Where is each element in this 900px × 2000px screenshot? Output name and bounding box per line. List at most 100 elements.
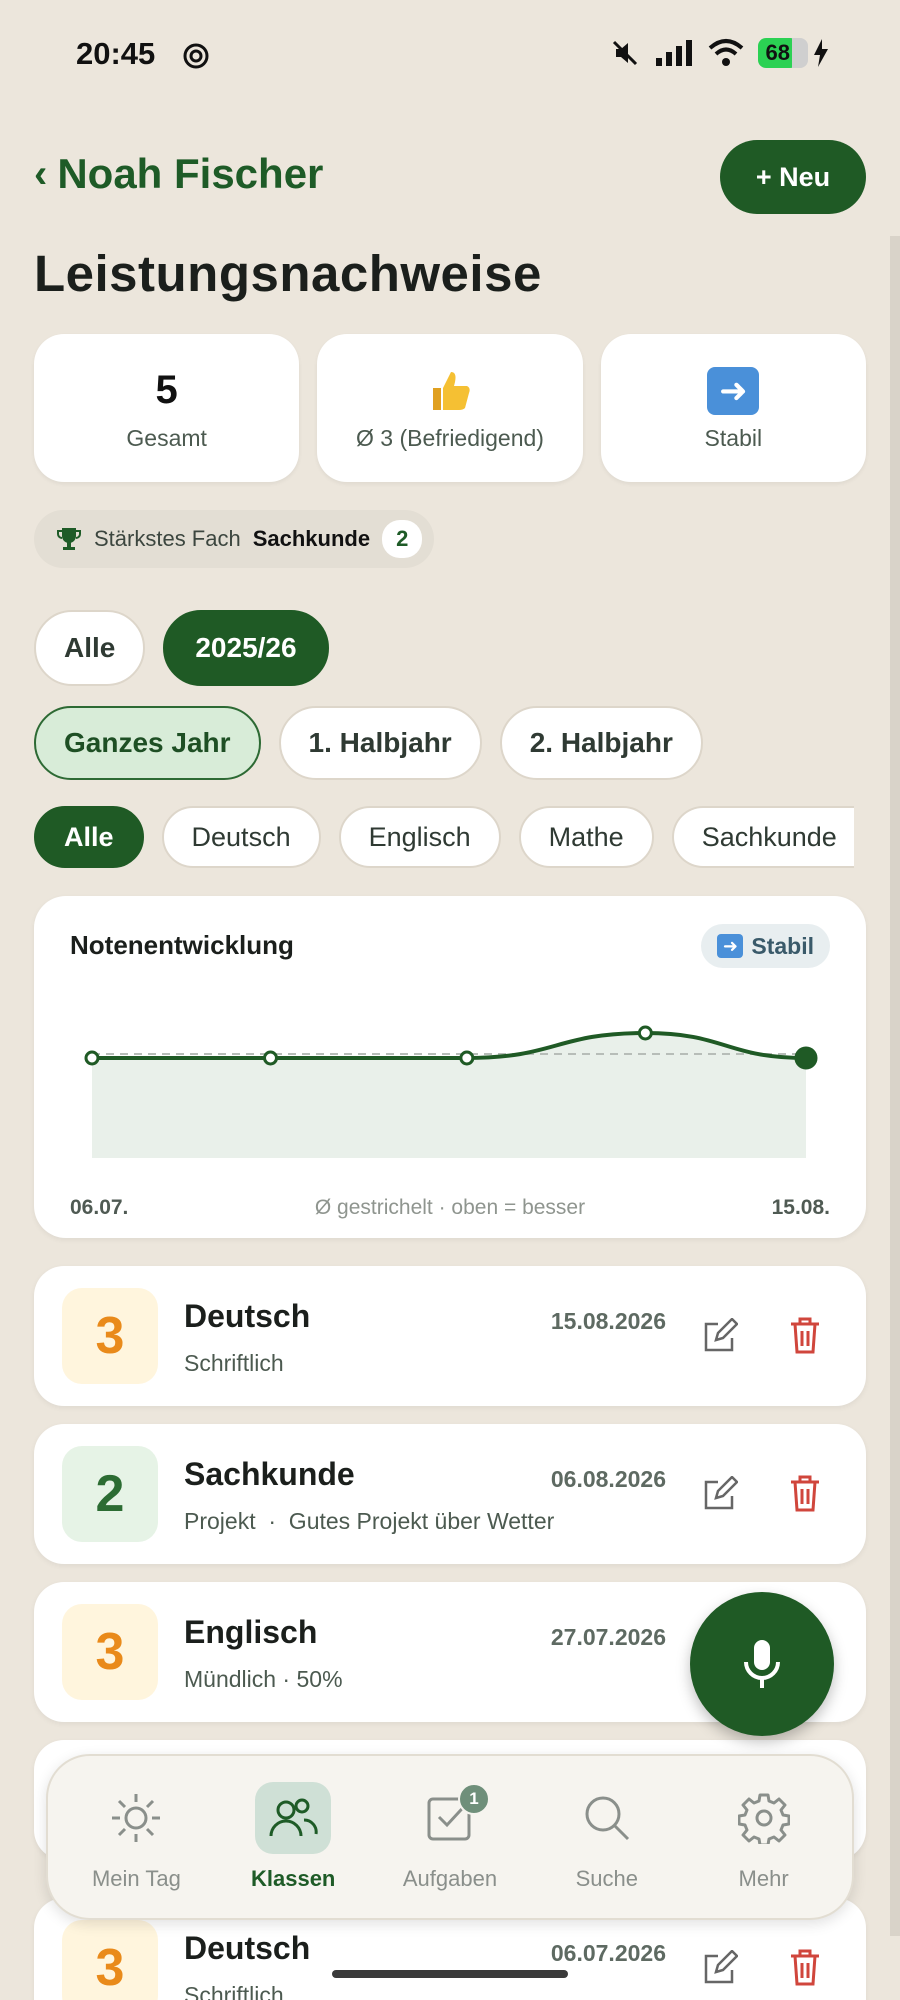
trash-icon[interactable]	[788, 1948, 822, 1986]
chip-subject-all[interactable]: Alle	[34, 806, 144, 868]
chip-subject-mathe[interactable]: Mathe	[518, 806, 654, 868]
chart-area	[92, 1033, 806, 1158]
users-icon	[269, 1798, 318, 1837]
sun-icon	[112, 1794, 161, 1842]
wifi-icon	[708, 39, 743, 66]
chip-period-year[interactable]: Ganzes Jahr	[34, 706, 261, 780]
nav-suche[interactable]: Suche	[537, 1767, 677, 1907]
chip-subject-sachkunde[interactable]: Sachkunde	[671, 806, 854, 868]
new-button[interactable]: + Neu	[720, 140, 866, 214]
trash-icon[interactable]	[788, 1316, 822, 1354]
grade-date: 27.07.2026	[550, 1624, 666, 1650]
right-arrow-icon: ➜	[707, 366, 760, 415]
signal-icon	[655, 40, 692, 66]
grade-subject: Sachkunde	[184, 1456, 355, 1492]
grade-date: 06.08.2026	[550, 1466, 666, 1492]
grade-date: 06.07.2026	[550, 1940, 666, 1966]
chart-point	[794, 1046, 818, 1070]
edit-icon[interactable]	[702, 1950, 738, 1986]
chart-point	[459, 1050, 475, 1066]
chevron-left-icon: ‹	[34, 151, 48, 196]
subject-filter: Alle Deutsch Englisch Mathe Sachkunde	[34, 806, 854, 868]
grade-detail: Schriftlich	[184, 1982, 284, 2000]
grade-badge: 3	[62, 1288, 158, 1384]
chart-point	[84, 1050, 100, 1066]
home-indicator	[332, 1970, 568, 1978]
grade-detail: Mündlich · 50%	[184, 1666, 343, 1692]
chart-end-label: 15.08.	[771, 1196, 830, 1219]
nav-mein-tag[interactable]: Mein Tag	[66, 1767, 206, 1907]
stat-average: Ø 3 (Befriedigend)	[317, 334, 583, 482]
strongest-subject-pill: Stärkstes Fach Sachkunde 2	[34, 510, 435, 568]
scrollbar[interactable]	[890, 236, 900, 1936]
chart-point	[263, 1050, 278, 1066]
stat-total-value: 5	[155, 368, 178, 412]
chip-subject-englisch[interactable]: Englisch	[338, 806, 501, 868]
grade-detail: Schriftlich	[184, 1350, 284, 1376]
trash-icon[interactable]	[788, 1474, 822, 1512]
stats-row: 5 Gesamt Ø 3 (Befriedigend) ➜ Stabil	[34, 334, 866, 482]
chip-year-all[interactable]: Alle	[34, 610, 146, 686]
nav-label: Suche	[575, 1866, 638, 1891]
stat-trend: ➜ Stabil	[600, 334, 866, 482]
nav-label: Mehr	[738, 1866, 789, 1891]
period-filter: Ganzes Jahr 1. Halbjahr 2. Halbjahr	[34, 706, 703, 780]
status-bar: 20:45 68	[0, 0, 900, 110]
chip-period-h2[interactable]: 2. Halbjahr	[499, 706, 703, 780]
chart-badge-label: Stabil	[751, 932, 814, 959]
grade-badge: 3	[62, 1604, 158, 1700]
chart-point	[637, 1025, 653, 1041]
grade-detail: Projekt · Gutes Projekt über Wetter	[184, 1508, 555, 1534]
grade-card[interactable]: 3 Deutsch Schriftlich 15.08.2026	[34, 1266, 866, 1406]
edit-icon[interactable]	[702, 1476, 738, 1512]
grade-badge: 2	[62, 1446, 158, 1542]
battery-indicator: 68	[757, 38, 808, 68]
microphone-button[interactable]	[690, 1592, 834, 1736]
microphone-icon	[744, 1640, 780, 1688]
back-label: Noah Fischer	[57, 150, 324, 197]
nav-label: Klassen	[250, 1866, 336, 1891]
status-time: 20:45	[76, 36, 156, 71]
year-filter: Alle 2025/26	[34, 610, 329, 686]
grade-subject: Englisch	[184, 1614, 318, 1650]
gear-icon	[737, 1793, 790, 1844]
nav-klassen[interactable]: Klassen	[223, 1767, 363, 1907]
right-arrow-icon: ➜	[717, 934, 744, 958]
back-button[interactable]: ‹ Noah Fischer	[34, 150, 323, 198]
bottom-nav: Mein Tag Klassen 1 Aufgaben Suche Mehr	[46, 1754, 854, 1920]
chart-title: Notenentwicklung	[70, 930, 294, 960]
charging-icon	[814, 39, 828, 67]
search-icon	[585, 1796, 629, 1841]
strongest-count: 2	[382, 520, 423, 558]
battery-level: 68	[765, 40, 790, 65]
trophy-icon	[57, 528, 81, 550]
grade-badge: 3	[62, 1920, 158, 2000]
strongest-prefix: Stärkstes Fach	[94, 526, 241, 551]
strongest-subject: Sachkunde	[252, 526, 371, 551]
page-title: Leistungsnachweise	[34, 245, 542, 302]
stat-total-label: Gesamt	[126, 424, 207, 451]
chart-note: Ø gestrichelt · oben = besser	[314, 1196, 586, 1219]
nav-label: Aufgaben	[402, 1866, 498, 1891]
nav-aufgaben[interactable]: 1 Aufgaben	[380, 1767, 520, 1907]
grade-card[interactable]: 2 Sachkunde Projekt · Gutes Projekt über…	[34, 1424, 866, 1564]
chip-period-h1[interactable]: 1. Halbjahr	[278, 706, 482, 780]
grade-subject: Deutsch	[184, 1298, 311, 1334]
grade-trend-chart: Notenentwicklung ➜ Stabil 06.07. Ø gestr…	[34, 896, 866, 1238]
mute-icon	[612, 40, 637, 66]
nav-mehr[interactable]: Mehr	[694, 1767, 834, 1907]
grade-subject: Deutsch	[184, 1930, 311, 1966]
stat-trend-label: Stabil	[704, 424, 763, 451]
chip-year-2025[interactable]: 2025/26	[163, 610, 329, 686]
spiral-icon	[183, 43, 209, 69]
header: ‹ Noah Fischer + Neu	[34, 140, 866, 220]
thumbs-up-icon	[425, 365, 475, 417]
stat-total: 5 Gesamt	[34, 334, 300, 482]
grade-date: 15.08.2026	[550, 1308, 666, 1334]
chip-subject-deutsch[interactable]: Deutsch	[161, 806, 321, 868]
nav-badge: 1	[457, 1783, 490, 1815]
edit-icon[interactable]	[702, 1318, 738, 1354]
stat-average-label: Ø 3 (Befriedigend)	[356, 424, 544, 451]
chart-trend-badge: ➜ Stabil	[701, 924, 830, 968]
nav-label: Mein Tag	[91, 1866, 181, 1891]
